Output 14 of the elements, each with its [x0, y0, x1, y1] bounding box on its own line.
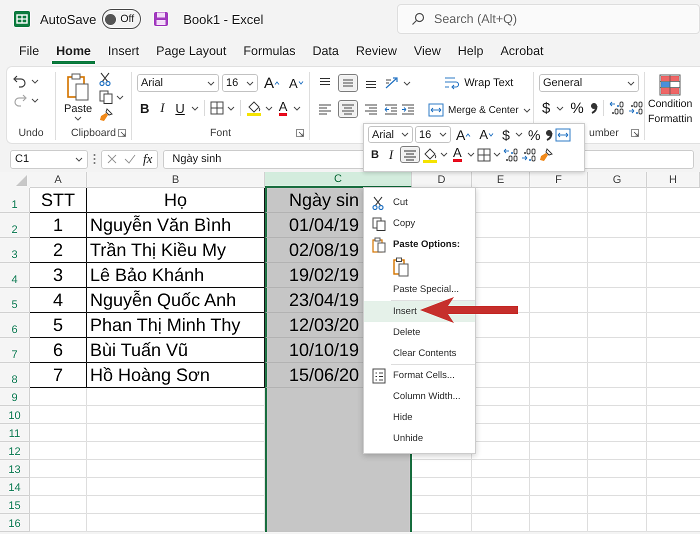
table-cell: 5	[30, 313, 87, 338]
autosave-label: AutoSave	[40, 12, 96, 26]
table-cell: 4	[30, 288, 87, 313]
table-cell: 2	[30, 238, 87, 263]
table-cell: 6	[30, 338, 87, 363]
window-title: Book1 - Excel	[183, 12, 264, 26]
table-cell: 1	[30, 213, 87, 238]
table-cell: 3	[30, 263, 87, 288]
group-label: Undo	[18, 127, 44, 139]
group-label: umber	[589, 127, 619, 139]
table-cell: 7	[30, 363, 87, 388]
group-label: Font	[210, 127, 231, 139]
table-cell: STT	[30, 188, 87, 213]
group-label: Clipboard	[71, 127, 116, 139]
